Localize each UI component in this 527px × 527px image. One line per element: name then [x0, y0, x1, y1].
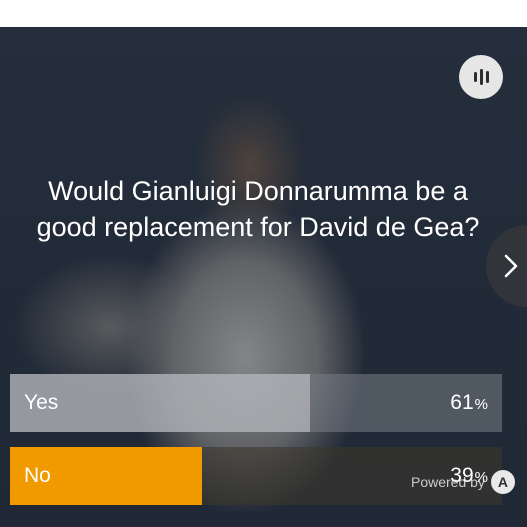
chevron-right-icon: [504, 254, 518, 278]
option-percent: 61%: [450, 391, 488, 414]
powered-by-text: Powered by: [411, 474, 485, 490]
option-label: No: [24, 464, 51, 487]
poll-option-yes[interactable]: Yes 61%: [10, 374, 502, 432]
poll-card: Would Gianluigi Donnarumma be a good rep…: [0, 27, 527, 527]
poll-question: Would Gianluigi Donnarumma be a good rep…: [36, 176, 480, 242]
option-label: Yes: [24, 391, 59, 414]
powered-by[interactable]: Powered by A: [411, 470, 515, 494]
stats-icon-bar: [485, 71, 489, 83]
stats-icon: [473, 72, 477, 82]
stats-button[interactable]: [459, 55, 503, 99]
brand-logo-icon: A: [490, 470, 515, 494]
stats-icon-bar: [479, 69, 483, 85]
